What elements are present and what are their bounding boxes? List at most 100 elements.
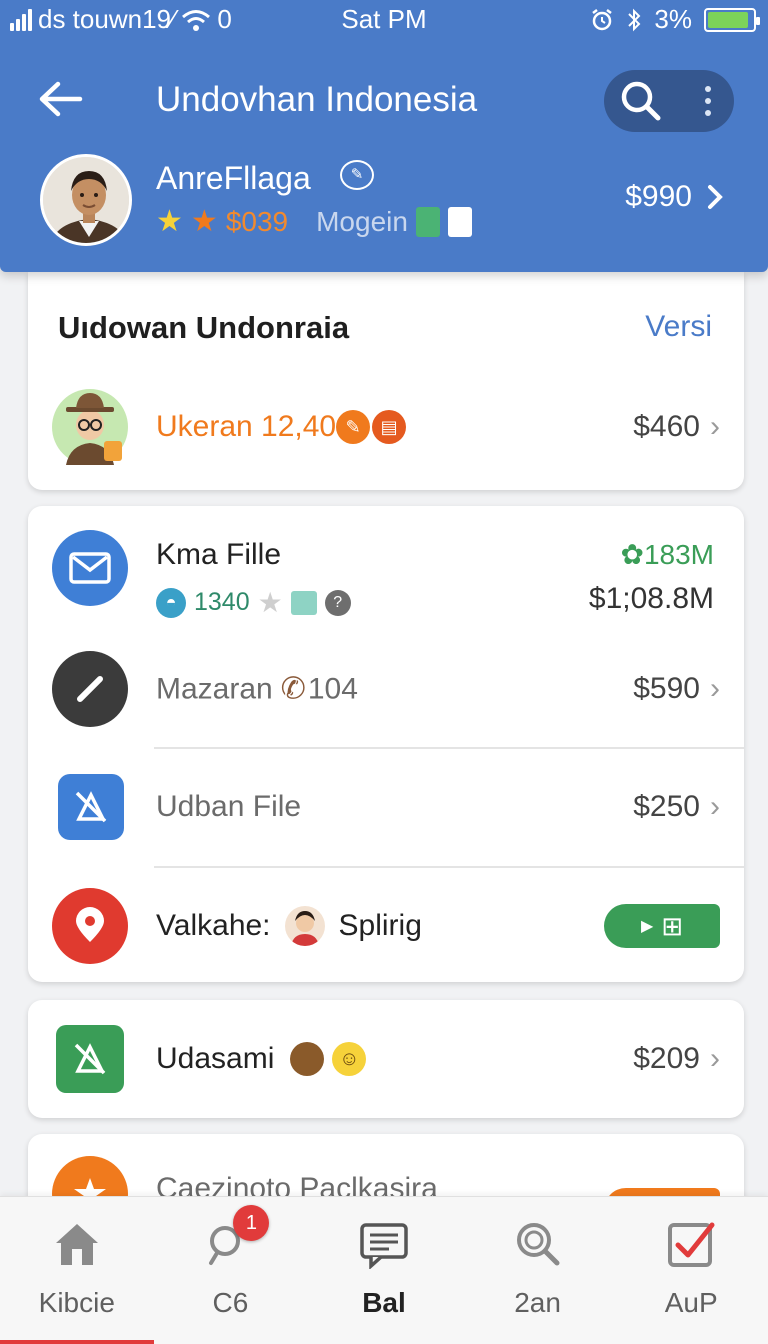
featured-amount: $460 › xyxy=(633,410,720,444)
home-icon xyxy=(52,1219,102,1269)
item-label-text: Valkahe: xyxy=(156,909,271,942)
nav-label: Kibcie xyxy=(38,1287,115,1318)
lion-emoji-icon xyxy=(290,1042,325,1076)
featured-amount-text: $460 xyxy=(633,410,700,443)
status-right: 3% xyxy=(590,4,760,35)
item-amount: $250 › xyxy=(633,790,720,824)
featured-section-card: Uıdowan Undonraia Versi Ukeran 12,40 ✎ ▤… xyxy=(28,272,744,490)
back-arrow-icon[interactable] xyxy=(36,76,88,122)
app-header: ds touwn19⁄ 0 Sat PM 3% Undovhan Indones… xyxy=(0,0,768,272)
item-amount: $209 › xyxy=(633,1042,720,1076)
list-item[interactable]: Mazaran ✆ 104 $590 › xyxy=(28,630,744,748)
item-top-value-text: 183M xyxy=(643,539,714,570)
section-link[interactable]: Versi xyxy=(645,310,712,344)
star-icon: ★ xyxy=(257,587,283,618)
list-item[interactable]: Kma Fille ◓ 1340 ★ ? ✿183M $1;08.8M xyxy=(28,506,744,630)
smiley-emoji-icon: ☺ xyxy=(332,1042,367,1076)
item-amount: $1;08.8M xyxy=(588,582,714,615)
item-amount: $590 › xyxy=(633,672,720,706)
item-top-value: ✿183M xyxy=(620,538,714,571)
globe-icon: ◓ xyxy=(156,587,186,618)
item-label: Udban File xyxy=(156,790,302,823)
featured-label: Ukeran 12,40 ✎ ▤ xyxy=(156,410,407,444)
edit-pencil-icon xyxy=(52,651,128,727)
notification-badge: 1 xyxy=(233,1205,270,1241)
battery-level xyxy=(708,11,748,28)
chevron-right-icon: › xyxy=(710,410,720,443)
battery-percent: 3% xyxy=(654,4,692,34)
bluetooth-icon xyxy=(628,8,641,31)
list-item[interactable]: Udasami ☺ $209 › xyxy=(28,1000,744,1118)
chat-bubble-icon[interactable]: ✎ xyxy=(340,160,374,190)
message-list-icon xyxy=(359,1219,409,1270)
chevron-right-icon: › xyxy=(710,790,720,823)
mail-icon xyxy=(52,530,128,606)
nav-label: C6 xyxy=(212,1287,249,1318)
clipboard-icon xyxy=(290,590,317,615)
phone-icon: ✆ xyxy=(280,672,306,706)
chevron-right-icon: › xyxy=(710,1042,720,1075)
file-off-icon xyxy=(58,774,124,840)
home-indicator xyxy=(0,1340,154,1344)
item-title: Kma Fille xyxy=(156,538,282,571)
item-label: Valkahe: Splirig xyxy=(156,906,422,946)
chevron-right-icon xyxy=(708,185,723,209)
balance-amount: $990 xyxy=(625,180,692,213)
detective-avatar-icon xyxy=(52,389,128,465)
search-icon[interactable] xyxy=(618,78,664,124)
single-item-card: Udasami ☺ $209 › xyxy=(28,1000,744,1118)
star-icon: ★ xyxy=(156,205,183,238)
item-label: Udasami ☺ xyxy=(156,1042,367,1076)
chat-search-icon: 1 xyxy=(205,1205,270,1269)
calendar-badge-icon: ▤ xyxy=(372,410,407,444)
green-document-icon xyxy=(415,207,440,237)
item-label-suffix: 104 xyxy=(307,672,358,705)
nav-item-2an[interactable]: 2an xyxy=(461,1197,615,1344)
document-icon xyxy=(447,207,472,237)
nav-label: 2an xyxy=(514,1287,561,1318)
chevron-right-icon: › xyxy=(710,672,720,705)
user-avatar[interactable] xyxy=(40,154,132,246)
nav-label: AuP xyxy=(664,1287,718,1318)
item-amount-text: $209 xyxy=(633,1042,700,1075)
meta-price: $039 xyxy=(225,206,289,237)
alarm-icon xyxy=(592,8,613,30)
section-title: Uıdowan Undonraia xyxy=(58,310,350,345)
user-name: AnreFllaga xyxy=(156,160,311,196)
item-label: Mazaran ✆ 104 xyxy=(156,672,358,707)
info-icon: ? xyxy=(324,589,351,616)
item-meta: ◓ 1340 ★ ? xyxy=(156,586,351,619)
nav-item-c6[interactable]: 1 C6 xyxy=(154,1197,308,1344)
play-icon: ▶ xyxy=(640,918,654,935)
more-vertical-icon[interactable] xyxy=(696,84,720,118)
item-amount-text: $590 xyxy=(633,672,700,705)
header-balance[interactable]: $990 xyxy=(625,180,724,214)
growth-icon: ✿ xyxy=(620,539,644,570)
item-meta-value: 1340 xyxy=(194,588,250,616)
nav-item-bal[interactable]: Bal xyxy=(307,1197,461,1344)
featured-label-text: Ukeran 12,40 xyxy=(156,410,337,443)
checkbox-icon xyxy=(666,1219,716,1269)
location-pin-icon xyxy=(52,888,128,964)
file-list-card: Kma Fille ◓ 1340 ★ ? ✿183M $1;08.8M Maza… xyxy=(28,506,744,982)
item-label-text: Mazaran xyxy=(156,672,273,705)
nav-item-home[interactable]: Kibcie xyxy=(0,1197,154,1344)
orange-badge-icon: ✎ xyxy=(336,410,371,444)
list-item[interactable]: Valkahe: Splirig ▶ ⊞ xyxy=(28,867,744,982)
page-title: Undovhan Indonesia xyxy=(156,80,478,119)
user-meta: ★ ★ $039 Mogein xyxy=(156,206,472,238)
header-actions xyxy=(604,70,734,132)
featured-row[interactable]: Ukeran 12,40 ✎ ▤ $460 › xyxy=(28,368,744,486)
nav-label: Bal xyxy=(362,1287,406,1318)
item-label-text: Udasami xyxy=(156,1042,275,1075)
battery-icon xyxy=(704,7,760,32)
grid-icon: ⊞ xyxy=(661,910,684,941)
item-label-suffix: Splirig xyxy=(338,909,422,942)
list-item[interactable]: Udban File $250 › xyxy=(28,748,744,866)
status-bar: ds touwn19⁄ 0 Sat PM 3% xyxy=(0,0,768,38)
grid-tag-button[interactable]: ▶ ⊞ xyxy=(604,904,720,948)
person-avatar-icon xyxy=(284,906,325,946)
search-icon xyxy=(513,1219,563,1269)
nav-item-aup[interactable]: AuP xyxy=(614,1197,768,1344)
bottom-navigation: Kibcie 1 C6 Bal 2an AuP xyxy=(0,1196,768,1344)
